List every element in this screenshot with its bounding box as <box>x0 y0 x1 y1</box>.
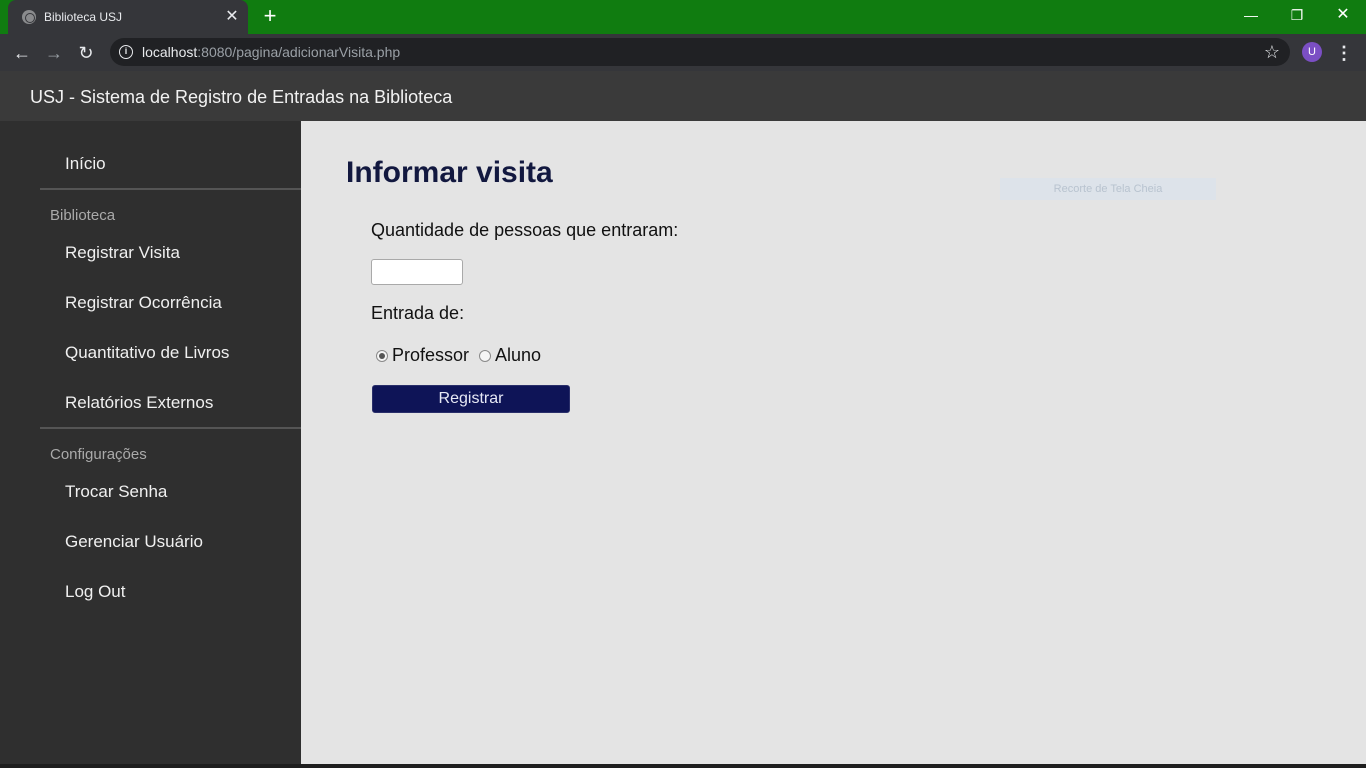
restore-icon[interactable]: ❐ <box>1274 0 1320 30</box>
reload-icon[interactable]: ↻ <box>73 40 99 66</box>
address-bar[interactable]: i localhost:8080/pagina/adicionarVisita.… <box>110 38 1290 66</box>
kebab-menu-icon[interactable]: ⋮ <box>1334 40 1354 66</box>
minimize-icon[interactable]: — <box>1228 0 1274 30</box>
sidebar-item-log-out[interactable]: Log Out <box>65 582 126 602</box>
main-content: Informar visita Recorte de Tela Cheia Qu… <box>301 121 1366 764</box>
register-button[interactable]: Registrar <box>372 385 570 413</box>
quantity-label: Quantidade de pessoas que entraram: <box>371 220 679 240</box>
radio-professor[interactable] <box>376 349 388 362</box>
browser-tab[interactable]: Biblioteca USJ ✕ <box>8 0 248 34</box>
sidebar-divider <box>40 188 301 190</box>
quantity-input[interactable] <box>371 259 463 285</box>
radio-aluno-label[interactable]: Aluno <box>495 345 541 366</box>
sidebar-item-registrar-ocorrencia[interactable]: Registrar Ocorrência <box>65 293 222 313</box>
sidebar: Início Biblioteca Registrar Visita Regis… <box>0 121 301 764</box>
app-header: USJ - Sistema de Registro de Entradas na… <box>0 71 1366 121</box>
radio-aluno[interactable] <box>479 349 492 362</box>
tab-title: Biblioteca USJ <box>44 10 123 24</box>
sidebar-section-configuracoes: Configurações <box>50 446 147 463</box>
sidebar-item-inicio[interactable]: Início <box>65 154 106 174</box>
sidebar-item-trocar-senha[interactable]: Trocar Senha <box>65 482 167 502</box>
back-arrow-icon[interactable]: ← <box>9 40 35 66</box>
sidebar-divider <box>40 427 301 429</box>
close-window-icon[interactable]: ✕ <box>1320 0 1366 30</box>
radio-professor-label[interactable]: Professor <box>392 345 469 366</box>
screen-capture-hint: Recorte de Tela Cheia <box>1000 178 1216 200</box>
info-icon[interactable]: i <box>119 45 133 59</box>
sidebar-item-gerenciar-usuario[interactable]: Gerenciar Usuário <box>65 532 203 552</box>
new-tab-button[interactable]: + <box>258 5 282 28</box>
globe-icon <box>22 10 36 24</box>
entry-type-label: Entrada de: <box>371 303 465 323</box>
sidebar-item-registrar-visita[interactable]: Registrar Visita <box>65 243 180 263</box>
forward-arrow-icon[interactable]: → <box>41 40 67 66</box>
url-text[interactable]: localhost:8080/pagina/adicionarVisita.ph… <box>142 44 400 60</box>
app-title: USJ - Sistema de Registro de Entradas na… <box>30 87 453 107</box>
sidebar-section-biblioteca: Biblioteca <box>50 207 116 224</box>
browser-tab-bar: Biblioteca USJ ✕ + — ❐ ✕ <box>0 0 1366 34</box>
page-title: Informar visita <box>346 156 553 189</box>
profile-avatar[interactable]: U <box>1302 42 1322 62</box>
browser-toolbar: ← → ↻ i localhost:8080/pagina/adicionarV… <box>0 34 1366 71</box>
close-tab-icon[interactable]: ✕ <box>224 9 240 25</box>
bookmark-star-icon[interactable]: ☆ <box>1264 42 1280 62</box>
entry-type-radio-group: Professor Aluno <box>376 345 551 366</box>
sidebar-item-relatorios-externos[interactable]: Relatórios Externos <box>65 393 213 413</box>
bottom-edge <box>0 764 1366 768</box>
sidebar-item-quantitativo-livros[interactable]: Quantitativo de Livros <box>65 343 229 363</box>
